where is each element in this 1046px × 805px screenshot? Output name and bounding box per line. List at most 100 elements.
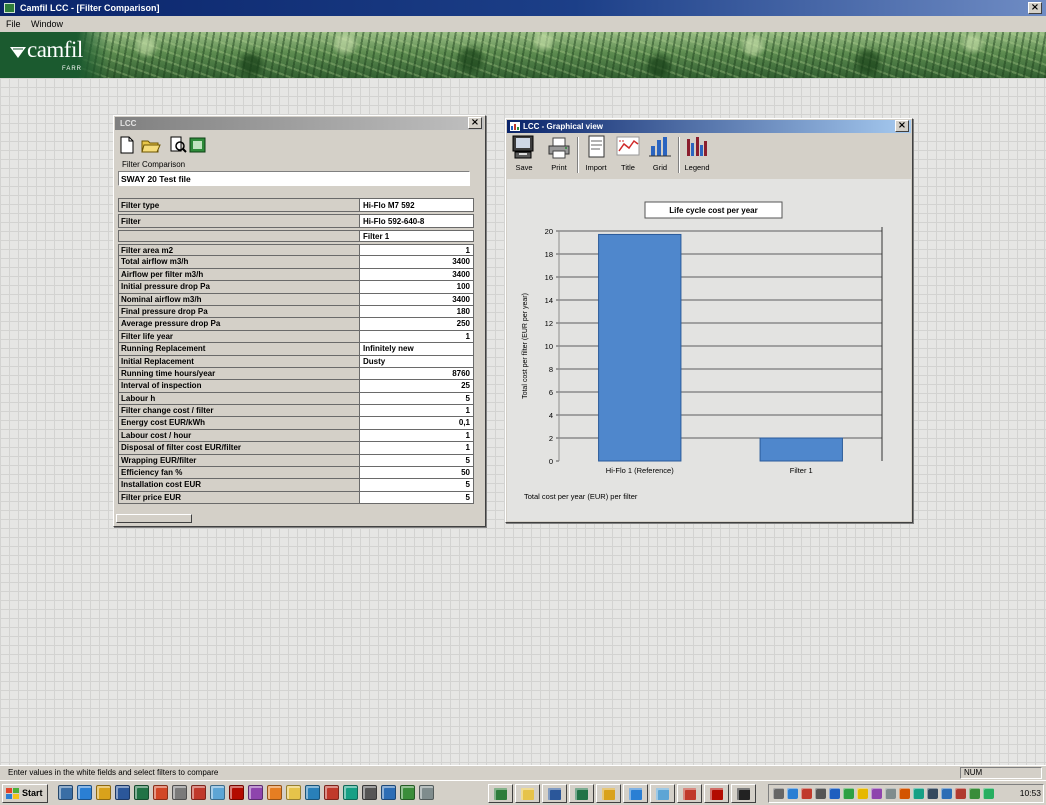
row-value[interactable]: 3400 bbox=[360, 293, 474, 306]
task-button[interactable] bbox=[542, 784, 567, 803]
grid-button[interactable]: Grid bbox=[644, 135, 676, 175]
table-row: Average pressure drop Pa 250 bbox=[118, 318, 474, 331]
media-player-icon[interactable] bbox=[267, 785, 282, 800]
app-close-button[interactable]: × bbox=[1028, 2, 1042, 14]
menu-window[interactable]: Window bbox=[31, 19, 63, 29]
print-button[interactable]: Print bbox=[543, 135, 575, 175]
table-header-row: Filter type Hi-Flo M7 592 bbox=[118, 198, 474, 212]
printer-tray-icon[interactable] bbox=[815, 788, 826, 799]
task-button[interactable] bbox=[569, 784, 594, 803]
messenger-icon[interactable] bbox=[843, 788, 854, 799]
task-button[interactable] bbox=[677, 784, 702, 803]
internet-explorer-icon[interactable] bbox=[77, 785, 92, 800]
open-folder-icon[interactable] bbox=[141, 136, 161, 154]
row-value[interactable]: 180 bbox=[360, 305, 474, 319]
legend-button[interactable]: Legend bbox=[681, 135, 713, 175]
task-button[interactable] bbox=[488, 784, 513, 803]
row-value[interactable]: Infinitely new bbox=[360, 343, 474, 356]
row-value[interactable]: 0,1 bbox=[360, 417, 474, 430]
horizontal-scrollbar[interactable] bbox=[116, 514, 192, 523]
y-tick-label: 2 bbox=[549, 434, 553, 443]
menu-file[interactable]: File bbox=[6, 19, 21, 29]
row-value[interactable]: 5 bbox=[360, 454, 474, 468]
task-button[interactable] bbox=[704, 784, 729, 803]
notepad-icon[interactable] bbox=[210, 785, 225, 800]
row-value[interactable]: 5 bbox=[360, 479, 474, 492]
row-value[interactable]: 1 bbox=[360, 405, 474, 418]
powerpoint-icon[interactable] bbox=[153, 785, 168, 800]
task-button[interactable] bbox=[596, 784, 621, 803]
row-value[interactable]: 1 bbox=[360, 442, 474, 455]
acrobat-icon[interactable] bbox=[229, 785, 244, 800]
print-preview-icon[interactable] bbox=[169, 136, 187, 154]
bluetooth-icon[interactable] bbox=[829, 788, 840, 799]
save-button[interactable]: Save bbox=[508, 135, 540, 175]
network-icon[interactable] bbox=[343, 785, 358, 800]
outlook-icon[interactable] bbox=[96, 785, 111, 800]
import-button[interactable]: Import bbox=[580, 135, 612, 175]
paint-icon[interactable] bbox=[191, 785, 206, 800]
logo-mark-icon bbox=[10, 47, 26, 58]
language-icon[interactable] bbox=[941, 788, 952, 799]
export-excel-icon[interactable] bbox=[189, 136, 207, 154]
window-title-bar[interactable]: LCC × bbox=[115, 117, 484, 130]
volume-icon[interactable] bbox=[773, 788, 784, 799]
close-button[interactable]: × bbox=[895, 120, 909, 132]
sync-icon[interactable] bbox=[913, 788, 924, 799]
wifi-icon[interactable] bbox=[969, 788, 980, 799]
task-button[interactable] bbox=[731, 784, 756, 803]
camfil-app-icon bbox=[494, 788, 507, 800]
help-icon[interactable] bbox=[381, 785, 396, 800]
row-value[interactable]: 25 bbox=[360, 380, 474, 393]
mail-icon[interactable] bbox=[324, 785, 339, 800]
calculator-icon[interactable] bbox=[172, 785, 187, 800]
row-value[interactable]: 8760 bbox=[360, 367, 474, 381]
row-value[interactable]: 1 bbox=[360, 244, 474, 257]
status-text: Enter values in the white fields and sel… bbox=[8, 768, 219, 777]
update-icon[interactable] bbox=[857, 788, 868, 799]
task-button[interactable] bbox=[650, 784, 675, 803]
row-value[interactable]: 100 bbox=[360, 281, 474, 294]
control-panel-icon[interactable] bbox=[419, 785, 434, 800]
y-tick-label: 10 bbox=[545, 342, 553, 351]
filter-comparison-window: LCC × Filter Comparison Filter typeHi-Fl… bbox=[113, 115, 486, 527]
print-icon bbox=[548, 137, 570, 159]
network-connection-icon[interactable] bbox=[787, 788, 798, 799]
title-button[interactable]: Title bbox=[612, 135, 644, 175]
show-desktop-icon[interactable] bbox=[58, 785, 73, 800]
window-title-bar[interactable]: LCC - Graphical view × bbox=[507, 120, 911, 133]
clock[interactable]: 10:53 bbox=[1005, 785, 1041, 802]
row-value[interactable]: 3400 bbox=[360, 256, 474, 269]
start-button[interactable]: Start bbox=[2, 784, 48, 803]
row-value[interactable]: 50 bbox=[360, 467, 474, 480]
excel-icon[interactable] bbox=[134, 785, 149, 800]
comparison-name-input[interactable] bbox=[118, 171, 470, 186]
row-value[interactable]: 250 bbox=[360, 318, 474, 331]
window-title: LCC bbox=[120, 119, 137, 128]
row-value[interactable]: 1 bbox=[360, 330, 474, 344]
banner: camfil FARR bbox=[0, 32, 1046, 78]
keyboard-icon[interactable] bbox=[927, 788, 938, 799]
folder-icon[interactable] bbox=[286, 785, 301, 800]
word-icon[interactable] bbox=[115, 785, 130, 800]
power-icon[interactable] bbox=[899, 788, 910, 799]
battery-icon[interactable] bbox=[983, 788, 994, 799]
new-document-icon[interactable] bbox=[118, 136, 136, 154]
printer-icon[interactable] bbox=[362, 785, 377, 800]
calendar-icon[interactable] bbox=[305, 785, 320, 800]
row-value[interactable]: 3400 bbox=[360, 268, 474, 282]
close-button[interactable]: × bbox=[468, 117, 482, 129]
usb-icon[interactable] bbox=[885, 788, 896, 799]
display-icon[interactable] bbox=[871, 788, 882, 799]
row-value[interactable]: 1 bbox=[360, 429, 474, 443]
row-value[interactable]: Dusty bbox=[360, 355, 474, 368]
row-value[interactable]: 5 bbox=[360, 392, 474, 406]
security-icon[interactable] bbox=[955, 788, 966, 799]
search-icon[interactable] bbox=[400, 785, 415, 800]
task-button[interactable] bbox=[623, 784, 648, 803]
row-value[interactable]: 5 bbox=[360, 491, 474, 505]
antivirus-icon[interactable] bbox=[801, 788, 812, 799]
logo-subtext: FARR bbox=[62, 66, 83, 72]
winzip-icon[interactable] bbox=[248, 785, 263, 800]
task-button[interactable] bbox=[515, 784, 540, 803]
